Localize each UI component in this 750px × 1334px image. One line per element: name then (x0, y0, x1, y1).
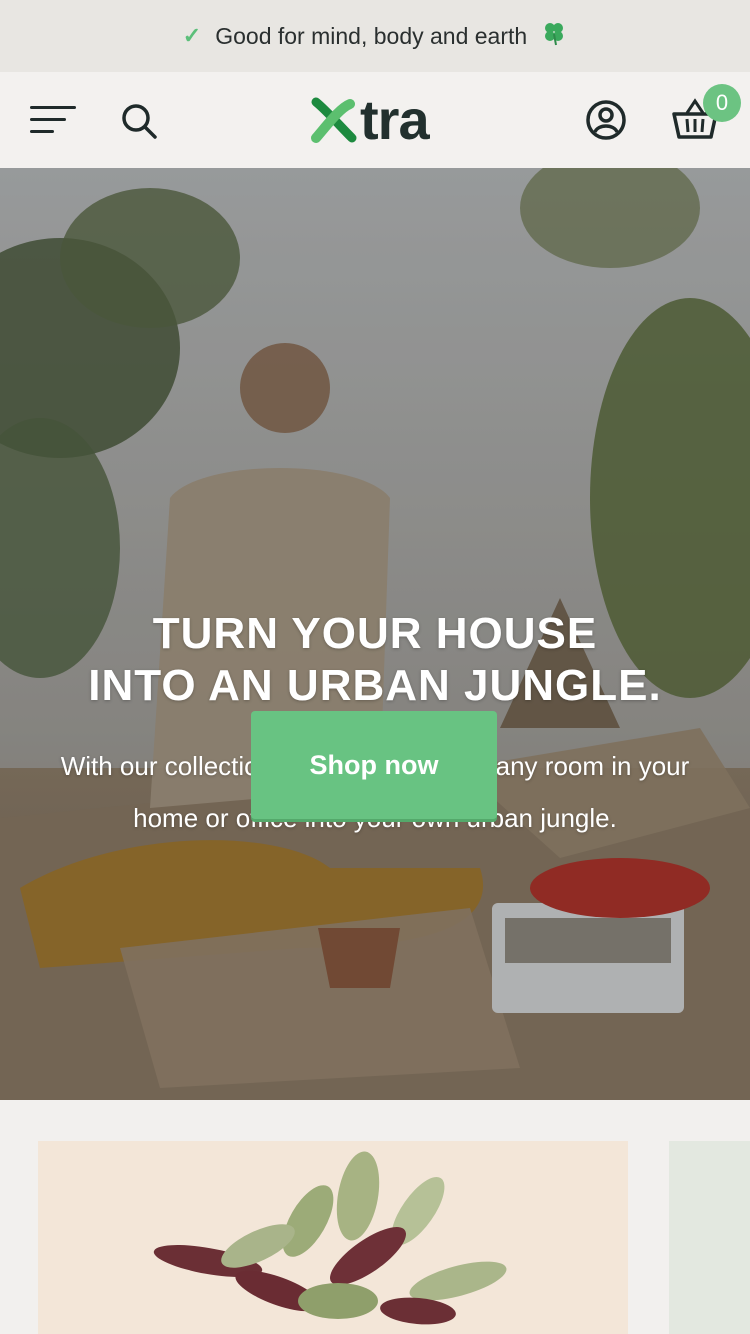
hero-title-line-1: TURN YOUR HOUSE (152, 609, 598, 658)
account-icon[interactable] (584, 98, 628, 142)
announcement-bar: ✓ Good for mind, body and earth (0, 0, 750, 72)
shop-now-button[interactable]: Shop now (251, 711, 497, 819)
cart-count-badge: 0 (703, 84, 741, 122)
product-card-next[interactable] (669, 1141, 750, 1334)
hero-banner: TURN YOUR HOUSE INTO AN URBAN JUNGLE. Wi… (0, 168, 750, 1100)
search-icon[interactable] (118, 100, 160, 142)
site-header: tra 0 (0, 72, 750, 168)
product-card[interactable] (38, 1141, 628, 1334)
hero-title: TURN YOUR HOUSE INTO AN URBAN JUNGLE. (0, 608, 750, 712)
plant-product-image (153, 1151, 507, 1325)
x-leaf-logo-icon (311, 97, 357, 143)
logo-wordmark: tra (360, 88, 430, 151)
check-icon: ✓ (182, 23, 202, 48)
logo[interactable]: tra (310, 88, 430, 152)
announcement-text: Good for mind, body and earth (215, 22, 528, 49)
menu-icon[interactable] (28, 102, 78, 138)
four-leaf-clover-icon (541, 20, 567, 53)
hero-title-line-2: INTO AN URBAN JUNGLE. (88, 661, 662, 710)
